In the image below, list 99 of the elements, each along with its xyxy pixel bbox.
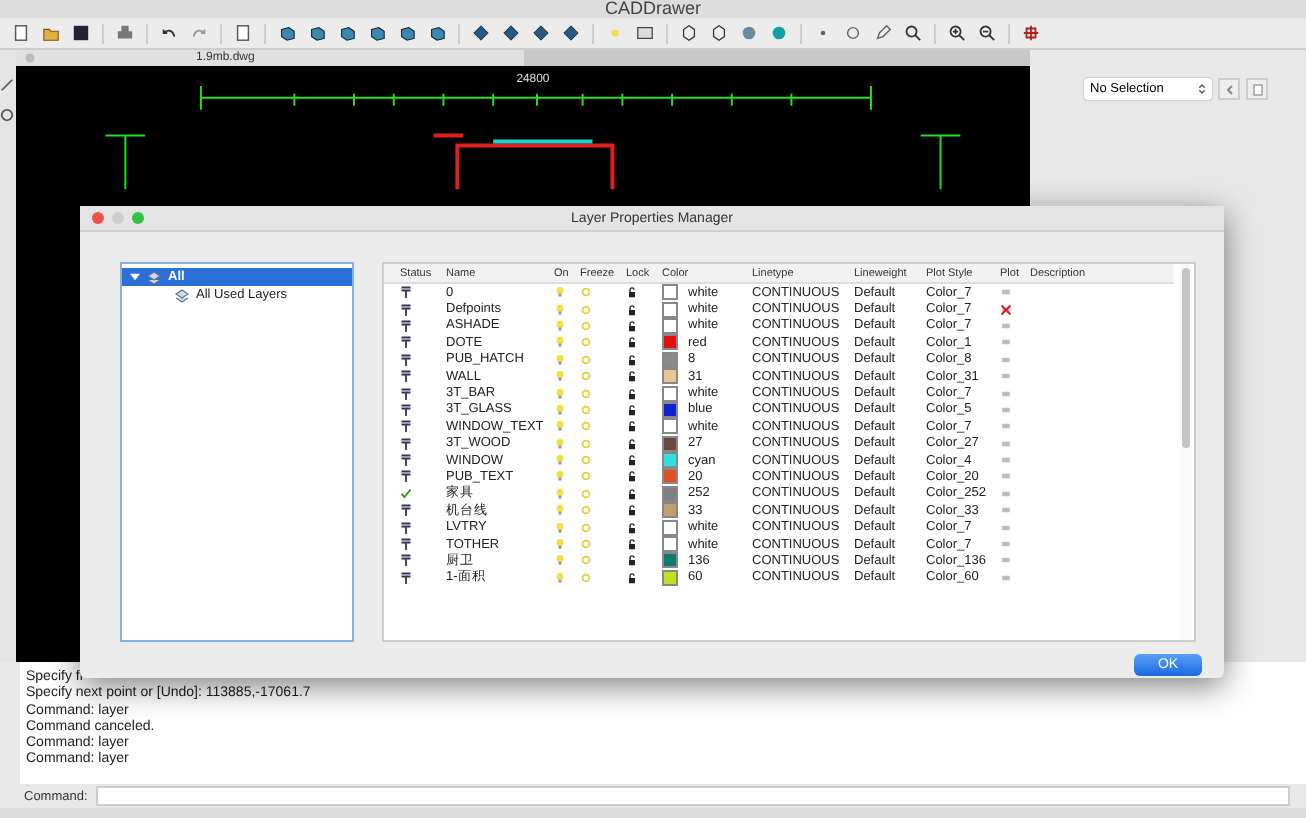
zoom-out-icon[interactable] [978, 24, 996, 42]
undo-icon[interactable] [160, 24, 178, 42]
target-icon[interactable] [1022, 24, 1040, 42]
color-swatch[interactable] [662, 301, 678, 318]
orbit-icon[interactable] [844, 24, 862, 42]
color-swatch[interactable] [662, 368, 678, 385]
lightbulb-icon[interactable] [554, 303, 566, 316]
padlock-icon[interactable] [626, 387, 638, 400]
lightbulb-icon[interactable] [554, 370, 566, 383]
color-swatch[interactable] [662, 284, 678, 301]
zoom-button[interactable] [132, 212, 144, 224]
lightbulb-icon[interactable] [554, 286, 566, 299]
sun-icon[interactable] [580, 403, 592, 416]
page-icon [1251, 83, 1263, 95]
color-swatch[interactable] [662, 536, 678, 553]
sphere-icon[interactable] [740, 24, 758, 42]
sun-icon[interactable] [580, 470, 592, 483]
color-swatch[interactable] [662, 519, 678, 536]
globe-icon[interactable] [770, 24, 788, 42]
lightbulb-icon[interactable] [554, 319, 566, 332]
circle-tool-icon[interactable] [0, 108, 14, 122]
sun-icon[interactable] [580, 370, 592, 383]
color-swatch[interactable] [662, 452, 678, 469]
sun-icon[interactable] [580, 538, 592, 551]
padlock-icon[interactable] [626, 286, 638, 299]
prev-button[interactable] [1218, 78, 1240, 100]
color-swatch[interactable] [662, 418, 678, 435]
lightbulb-icon[interactable] [554, 437, 566, 450]
padlock-icon[interactable] [626, 470, 638, 483]
padlock-icon[interactable] [626, 319, 638, 332]
box-icon[interactable] [680, 24, 698, 42]
lightbulb-icon[interactable] [554, 554, 566, 567]
color-swatch[interactable] [662, 351, 678, 368]
lightbulb-icon[interactable] [554, 538, 566, 551]
box-icon[interactable] [710, 24, 728, 42]
sun-icon[interactable] [580, 437, 592, 450]
padlock-icon[interactable] [626, 370, 638, 383]
window-title: CADDrawer [604, 0, 701, 18]
lightbulb-icon[interactable] [554, 521, 566, 534]
command-input[interactable] [95, 786, 1290, 806]
pencil-icon[interactable] [874, 24, 892, 42]
sun-icon[interactable] [580, 420, 592, 433]
color-swatch[interactable] [662, 552, 678, 569]
lightbulb-icon[interactable] [554, 420, 566, 433]
padlock-icon[interactable] [626, 554, 638, 567]
zoom-in-icon[interactable] [948, 24, 966, 42]
lightbulb-icon[interactable] [554, 454, 566, 467]
padlock-icon[interactable] [626, 487, 638, 500]
stepper-icon [1198, 82, 1206, 96]
lightbulb-icon[interactable] [554, 470, 566, 483]
sun-icon[interactable] [580, 454, 592, 467]
page-icon[interactable] [234, 24, 252, 42]
sun-icon[interactable] [580, 487, 592, 500]
new-file-icon[interactable] [12, 24, 30, 42]
line-tool-icon[interactable] [0, 78, 14, 92]
sun-icon[interactable] [580, 286, 592, 299]
close-button[interactable] [92, 212, 104, 224]
sun-icon[interactable] [580, 387, 592, 400]
sun-icon[interactable] [580, 319, 592, 332]
padlock-icon[interactable] [626, 420, 638, 433]
lightbulb-icon[interactable] [554, 487, 566, 500]
search-icon[interactable] [904, 24, 922, 42]
color-swatch[interactable] [662, 468, 678, 485]
color-swatch[interactable] [662, 485, 678, 502]
padlock-icon[interactable] [626, 504, 638, 517]
sun-icon[interactable] [580, 303, 592, 316]
sun-icon[interactable] [580, 504, 592, 517]
lightbulb-icon[interactable] [554, 336, 566, 349]
color-swatch[interactable] [662, 435, 678, 452]
lightbulb-icon[interactable] [554, 353, 566, 366]
padlock-icon[interactable] [626, 303, 638, 316]
sun-icon[interactable] [580, 554, 592, 567]
sun-icon[interactable] [580, 353, 592, 366]
padlock-icon[interactable] [626, 437, 638, 450]
padlock-icon[interactable] [626, 538, 638, 551]
lightbulb-icon[interactable] [554, 504, 566, 517]
help-button[interactable] [1246, 78, 1268, 100]
layers-icon [174, 287, 190, 303]
sun-icon[interactable] [580, 521, 592, 534]
redo-icon[interactable] [190, 24, 208, 42]
padlock-icon[interactable] [626, 403, 638, 416]
padlock-icon[interactable] [626, 336, 638, 349]
disclosure-triangle-icon[interactable] [130, 272, 140, 282]
padlock-icon[interactable] [626, 353, 638, 366]
sun-icon[interactable] [580, 571, 592, 584]
padlock-icon[interactable] [626, 521, 638, 534]
color-swatch[interactable] [662, 334, 678, 351]
padlock-icon[interactable] [626, 454, 638, 467]
folder-icon[interactable] [42, 24, 60, 42]
padlock-icon[interactable] [626, 571, 638, 584]
color-swatch[interactable] [662, 569, 678, 586]
color-swatch[interactable] [662, 385, 678, 402]
lightbulb-icon[interactable] [554, 387, 566, 400]
lightbulb-icon[interactable] [554, 403, 566, 416]
layers-icon [146, 269, 162, 285]
color-swatch[interactable] [662, 502, 678, 519]
lightbulb-icon[interactable] [554, 571, 566, 584]
screen-icon[interactable] [636, 24, 654, 42]
sun-icon[interactable] [580, 336, 592, 349]
